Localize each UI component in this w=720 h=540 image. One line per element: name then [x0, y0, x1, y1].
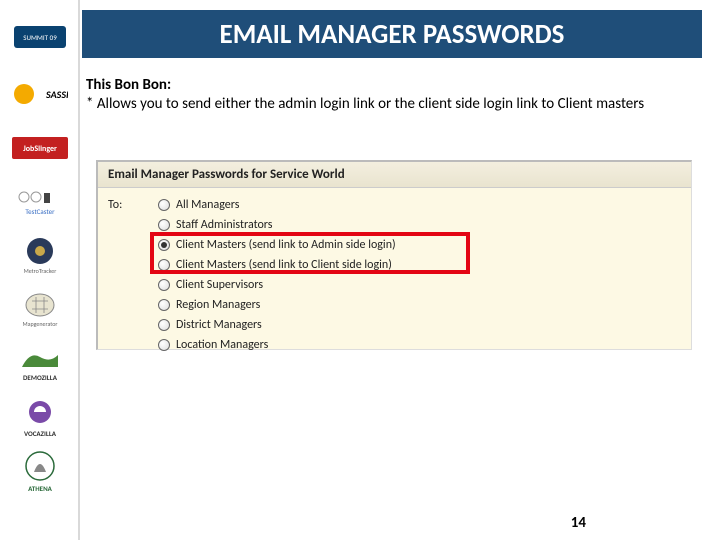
svg-text:MetroTracker: MetroTracker [24, 267, 57, 275]
to-label: To: [108, 196, 158, 354]
radio-group: All Managers Staff Administrators Client… [158, 196, 396, 354]
radio-icon [158, 279, 170, 291]
radio-label: Client Masters (send link to Client side… [176, 258, 392, 272]
slide: SUMMIT 09 SASSIE JobSlinger TestCaster M… [0, 0, 720, 540]
athena-logo: ATHENA [10, 452, 70, 492]
page-number: 14 [571, 514, 586, 532]
svg-text:Mapgenerator: Mapgenerator [22, 320, 57, 328]
svg-text:ATHENA: ATHENA [28, 484, 53, 493]
svg-text:TestCaster: TestCaster [25, 207, 55, 216]
svg-text:DEMOZILLA: DEMOZILLA [23, 373, 58, 382]
intro-lead: This Bon Bon: [86, 76, 171, 94]
radio-label: All Managers [176, 198, 239, 212]
svg-text:SASSIE: SASSIE [45, 88, 68, 101]
svg-text:JobSlinger: JobSlinger [23, 144, 57, 154]
radio-row-region-managers[interactable]: Region Managers [158, 296, 396, 314]
svg-text:VOCAZILLA: VOCAZILLA [24, 429, 57, 438]
slide-title: EMAIL MANAGER PASSWORDS [220, 18, 565, 51]
summit-logo: SUMMIT 09 [10, 20, 70, 60]
screenshot-panel: Email Manager Passwords for Service Worl… [96, 160, 692, 350]
intro-line: * Allows you to send either the admin lo… [86, 95, 644, 113]
vocazilla-logo: VOCAZILLA [10, 398, 70, 438]
radio-label: Region Managers [176, 298, 260, 312]
radio-label: District Managers [176, 318, 262, 332]
radio-icon [158, 339, 170, 351]
radio-icon [158, 199, 170, 211]
radio-row-district-managers[interactable]: District Managers [158, 316, 396, 334]
sassie-logo: SASSIE [10, 74, 70, 114]
demozilla-logo: DEMOZILLA [10, 344, 70, 384]
radio-row-location-managers[interactable]: Location Managers [158, 336, 396, 354]
radio-icon [158, 239, 170, 251]
radio-row-all-managers[interactable]: All Managers [158, 196, 396, 214]
radio-icon [158, 319, 170, 331]
panel-body: To: All Managers Staff Administrators Cl… [98, 188, 691, 362]
radio-label: Client Supervisors [176, 278, 263, 292]
radio-label: Location Managers [176, 338, 268, 352]
testcaster-logo: TestCaster [10, 182, 70, 222]
mapgenerator-logo: Mapgenerator [10, 290, 70, 330]
radio-row-client-masters-admin[interactable]: Client Masters (send link to Admin side … [158, 236, 396, 254]
intro-text: This Bon Bon: * Allows you to send eithe… [86, 76, 694, 114]
radio-label: Client Masters (send link to Admin side … [176, 238, 396, 252]
metrotracker-logo: MetroTracker [10, 236, 70, 276]
radio-icon [158, 219, 170, 231]
radio-row-client-supervisors[interactable]: Client Supervisors [158, 276, 396, 294]
logo-sidebar: SUMMIT 09 SASSIE JobSlinger TestCaster M… [10, 20, 72, 492]
panel-heading: Email Manager Passwords for Service Worl… [98, 162, 691, 188]
radio-label: Staff Administrators [176, 218, 272, 232]
radio-row-staff-admins[interactable]: Staff Administrators [158, 216, 396, 234]
svg-text:SUMMIT 09: SUMMIT 09 [23, 33, 57, 42]
radio-row-client-masters-client[interactable]: Client Masters (send link to Client side… [158, 256, 396, 274]
title-bar: EMAIL MANAGER PASSWORDS [82, 10, 702, 58]
jobslinger-logo: JobSlinger [10, 128, 70, 168]
radio-icon [158, 259, 170, 271]
radio-icon [158, 299, 170, 311]
vertical-rule [78, 0, 80, 540]
